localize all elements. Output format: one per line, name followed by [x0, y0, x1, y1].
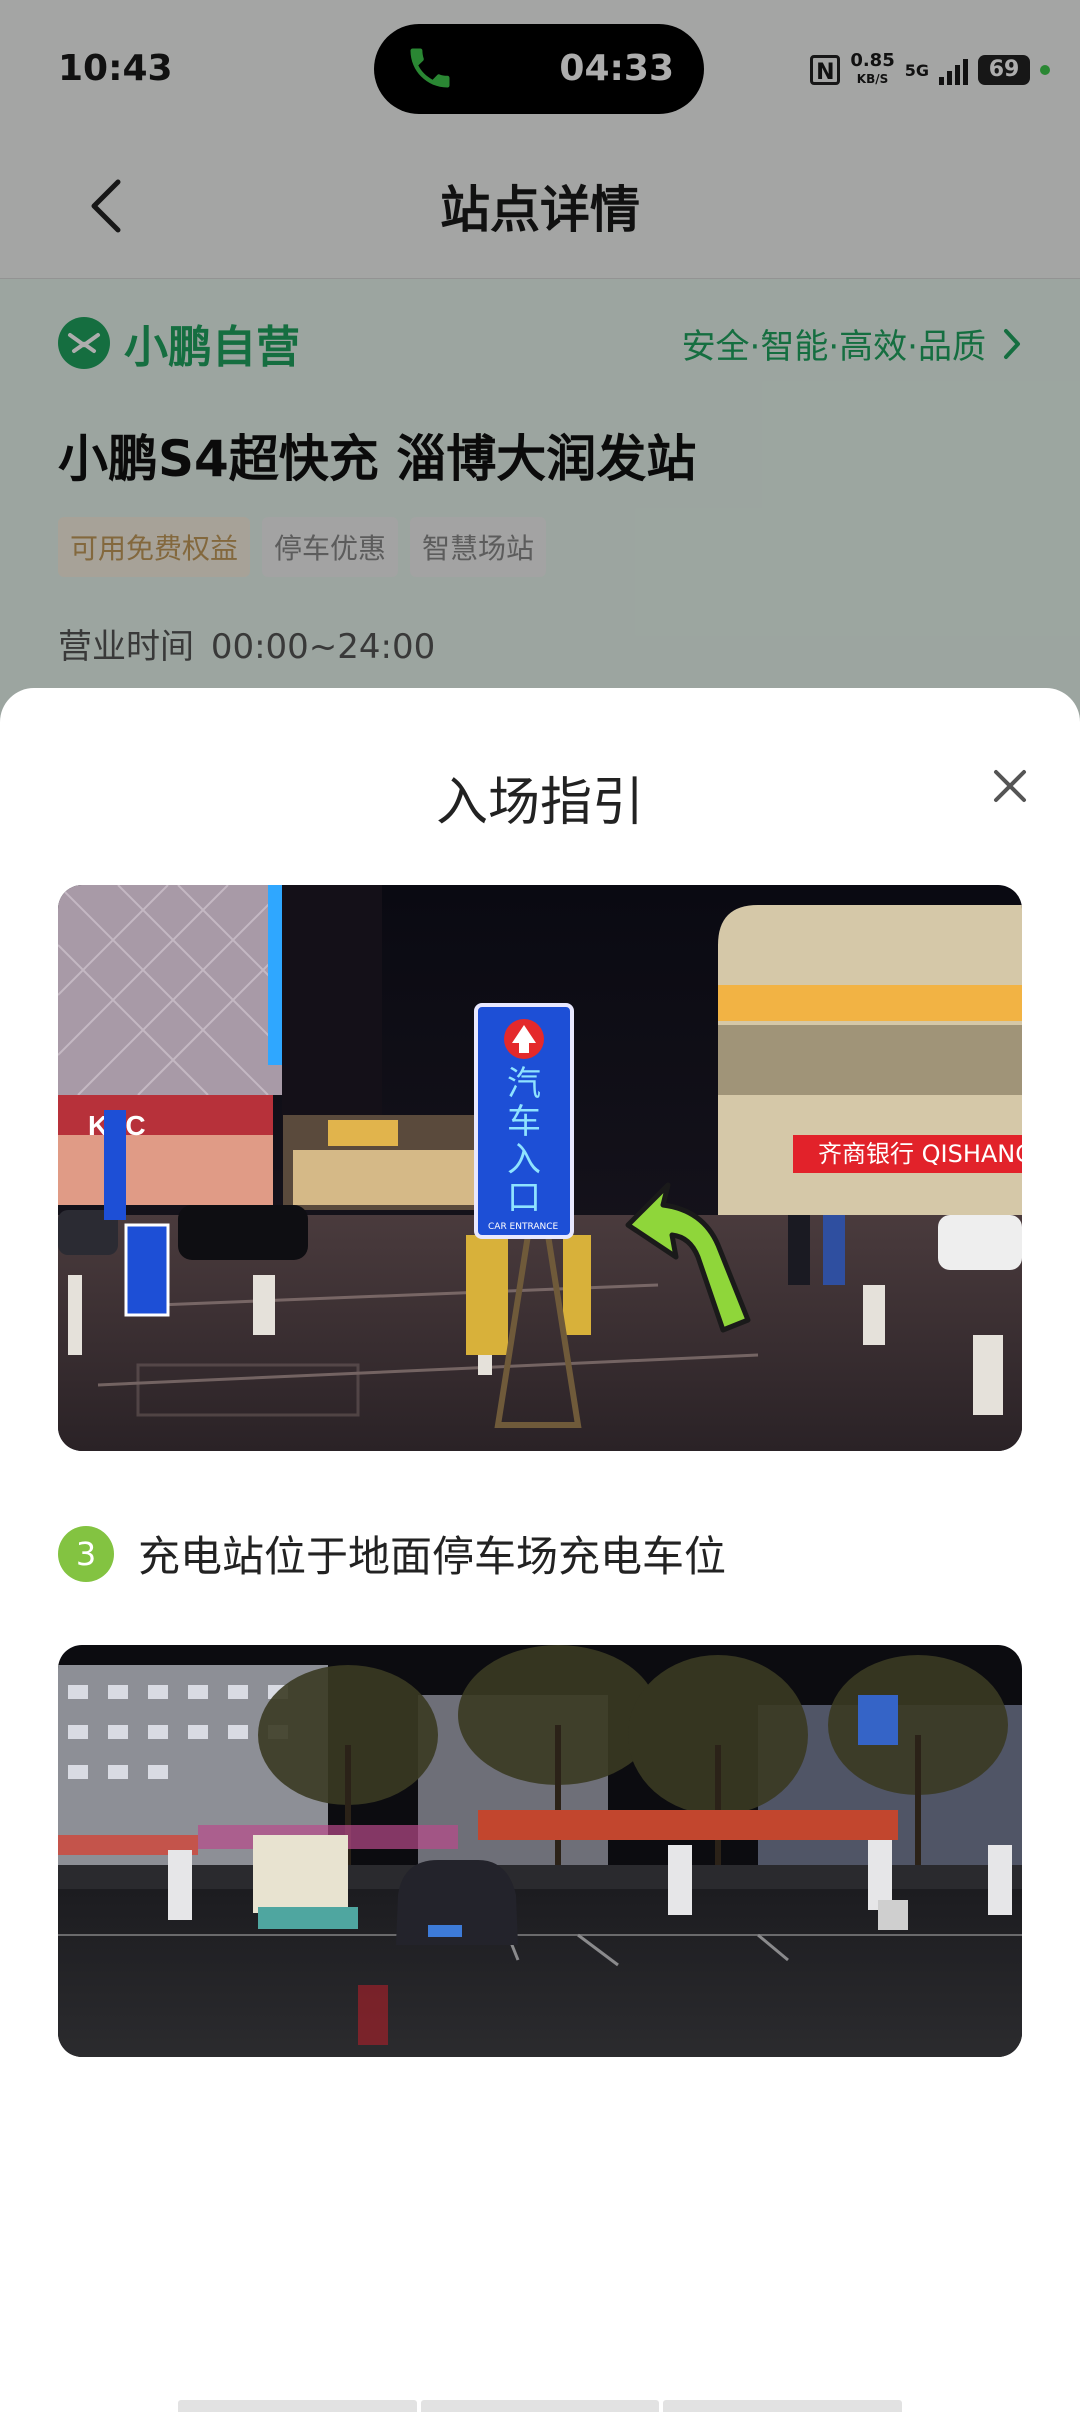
sign-char-4: 口 — [507, 1178, 541, 1218]
step-number-badge: 3 — [58, 1525, 114, 1582]
close-icon[interactable] — [978, 754, 1042, 818]
sheet-title: 入场指引 — [435, 773, 644, 833]
sign-subtext: CAR ENTRANCE — [488, 1222, 559, 1232]
sign-char-3: 入 — [507, 1140, 541, 1180]
sign-char-2: 车 — [507, 1102, 541, 1142]
sign-char-1: 汽 — [507, 1064, 541, 1104]
parking-lot-photo[interactable] — [58, 1645, 1022, 2057]
bottom-edge-bars — [178, 2400, 903, 2412]
guide-step: 3 充电站位于地面停车场充电车位 — [58, 1523, 726, 1584]
entrance-photo[interactable]: KFC 齐商银行 QISHANG — [58, 885, 1022, 1451]
bank-sign: 齐商银行 QISHANG — [818, 1140, 1022, 1168]
entry-guide-sheet: 入场指引 齐商银行 QISHANG 汽 车 入 口 CAR ENTRANCE 3… — [0, 688, 1080, 2412]
step-description: 充电站位于地面停车场充电车位 — [138, 1532, 727, 1581]
